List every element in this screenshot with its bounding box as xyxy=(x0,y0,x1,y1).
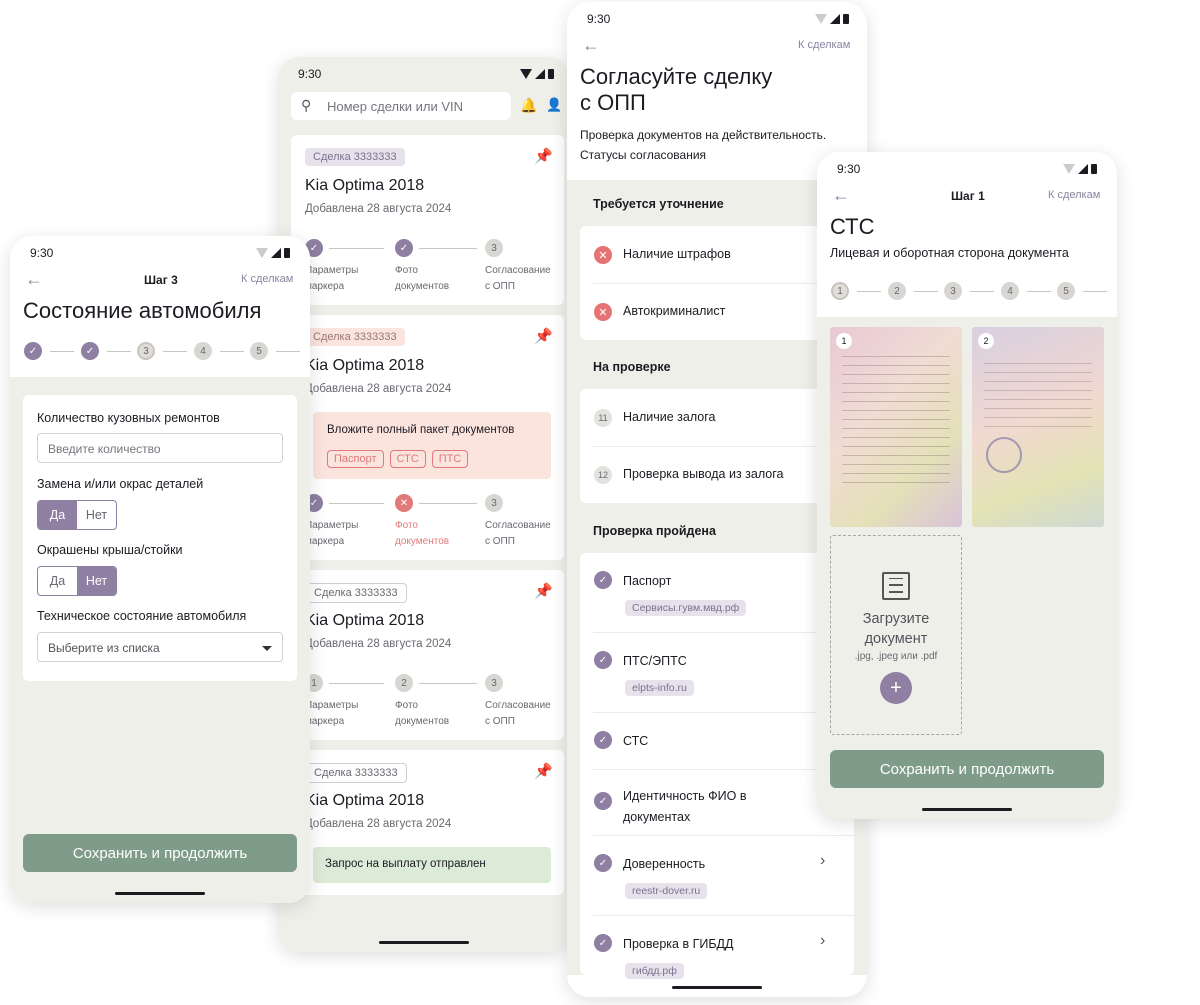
docs-warning: Вложите полный пакет документов Паспорт … xyxy=(313,412,551,479)
dropdown-icon xyxy=(262,646,272,651)
car-name: Kia Optima 2018 xyxy=(305,177,425,194)
stamp-icon xyxy=(986,437,1022,473)
back-arrow-icon[interactable]: ← xyxy=(25,269,43,290)
added-date: Добавлена 28 августа 2024 xyxy=(305,203,452,215)
error-icon: ✕ xyxy=(594,303,612,321)
search-input[interactable]: ⚲ Номер сделки или VIN xyxy=(291,92,511,120)
upload-dropzone[interactable]: Загрузите документ .jpg, .jpeg или .pdf + xyxy=(830,535,962,735)
deal-card[interactable]: Сделка 3333333 📌 Kia Optima 2018 Добавле… xyxy=(291,570,564,740)
tech-condition-select[interactable]: Выберите из списка xyxy=(37,632,283,662)
status-time: 9:30 xyxy=(298,67,322,81)
back-arrow-icon[interactable]: ← xyxy=(832,185,850,206)
check-icon: ✓ xyxy=(594,571,612,589)
page-title: СТС xyxy=(830,214,875,239)
yes-option[interactable]: Да xyxy=(38,567,77,595)
to-deals-link[interactable]: К сделкам xyxy=(798,39,850,51)
phone-deals-list: 9:30 ⚲ Номер сделки или VIN 🔔 👤 Сделка 3… xyxy=(278,57,570,952)
page-title: Состояние автомобиля xyxy=(23,298,262,323)
section-title: На проверке xyxy=(593,360,671,374)
repairs-count-input[interactable]: Введите количество xyxy=(37,433,283,463)
no-option[interactable]: Нет xyxy=(77,567,116,595)
document-icon xyxy=(882,572,910,600)
profile-icon[interactable]: 👤 xyxy=(546,97,562,113)
error-icon: ✕ xyxy=(594,246,612,264)
doc-chip[interactable]: СТС xyxy=(389,450,426,468)
to-deals-link[interactable]: К сделкам xyxy=(241,273,293,285)
step-error-icon: ✕ xyxy=(395,494,413,512)
doc-chip[interactable]: ПТС xyxy=(431,450,469,468)
no-option[interactable]: Нет xyxy=(77,501,116,529)
step-done: ✓ xyxy=(395,239,413,257)
doc-chip[interactable]: Паспорт xyxy=(327,450,384,468)
step-pending: 3 xyxy=(485,239,503,257)
upload-panel: 1 2 Загрузите документ .jpg, .jpeg или .p… xyxy=(817,317,1117,819)
save-continue-button[interactable]: Сохранить и продолжить xyxy=(23,834,297,872)
save-continue-button[interactable]: Сохранить и продолжить xyxy=(830,750,1104,788)
yes-option[interactable]: Да xyxy=(38,501,77,529)
chevron-right-icon[interactable]: › xyxy=(820,932,825,950)
document-back-image[interactable]: 2 xyxy=(972,327,1104,527)
deal-tag: Сделка 3333333 xyxy=(305,328,405,346)
add-button[interactable]: + xyxy=(880,672,912,704)
document-front-image[interactable]: 1 xyxy=(830,327,962,527)
payout-banner: Запрос на выплату отправлен xyxy=(313,847,551,883)
pin-icon[interactable]: 📌 xyxy=(534,327,553,345)
section-title: Проверка пройдена xyxy=(593,524,716,538)
pin-icon[interactable]: 📌 xyxy=(534,762,553,780)
pin-icon[interactable]: 📌 xyxy=(534,147,553,165)
chevron-right-icon[interactable]: › xyxy=(820,852,825,870)
to-deals-link[interactable]: К сделкам xyxy=(1048,189,1100,201)
back-arrow-icon[interactable]: ← xyxy=(582,35,600,56)
bell-icon[interactable]: 🔔 xyxy=(520,97,537,114)
phone-vehicle-condition: 9:30 ← Шаг 3 К сделкам Состояние автомоб… xyxy=(10,236,310,903)
deal-card[interactable]: Сделка 3333333 📌 Kia Optima 2018 Добавле… xyxy=(291,315,564,560)
phone-sts-upload: 9:30 ← Шаг 1 К сделкам СТС Лицевая и обо… xyxy=(817,152,1117,819)
roof-painted-toggle[interactable]: Да Нет xyxy=(37,566,117,596)
form-panel: Количество кузовных ремонтов Введите кол… xyxy=(10,377,310,903)
deal-tag: Сделка 3333333 xyxy=(305,148,405,166)
section-title: Требуется уточнение xyxy=(593,197,724,211)
deal-card[interactable]: Сделка 3333333 📌 Kia Optima 2018 Добавле… xyxy=(291,750,564,895)
parts-replaced-toggle[interactable]: Да Нет xyxy=(37,500,117,530)
deal-card[interactable]: Сделка 3333333 📌 Kia Optima 2018 Добавле… xyxy=(291,135,564,305)
status-icons xyxy=(520,69,554,79)
search-icon: ⚲ xyxy=(301,97,312,113)
pin-icon[interactable]: 📌 xyxy=(534,582,553,600)
page-title: Согласуйте сделку с ОПП xyxy=(580,64,773,115)
